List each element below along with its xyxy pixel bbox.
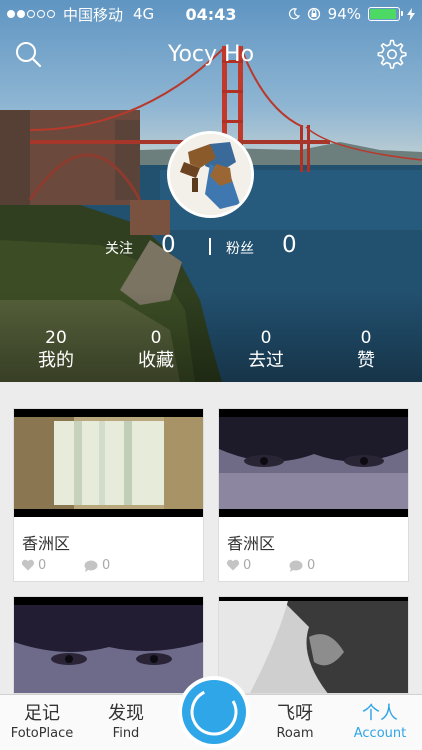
profile-stats: 20 我的 0 收藏 0 去过 0 赞 — [0, 328, 422, 378]
photo-thumbnail[interactable] — [14, 597, 203, 693]
charging-bolt-icon — [407, 7, 415, 21]
stat-likes[interactable]: 0 赞 — [316, 328, 416, 374]
camera-button[interactable] — [178, 676, 250, 748]
photo-thumbnail[interactable] — [219, 597, 408, 693]
tab-label-zh: 个人 — [362, 703, 398, 724]
gear-icon[interactable] — [376, 38, 408, 70]
camera-shutter-icon — [182, 680, 246, 744]
following-count[interactable]: 0 — [161, 232, 176, 258]
orientation-lock-icon — [307, 7, 320, 21]
photo-thumbnail[interactable] — [219, 409, 408, 517]
stat-label: 去过 — [248, 350, 284, 371]
photo-card[interactable] — [13, 596, 204, 694]
tab-label-zh: 发现 — [108, 703, 144, 724]
comment-count: 0 — [102, 558, 111, 573]
battery-percent: 94% — [327, 5, 361, 23]
page-title: Yocy Ho — [167, 42, 255, 67]
stat-favorites[interactable]: 0 收藏 — [106, 328, 206, 374]
network-type: 4G — [133, 5, 155, 23]
stat-label: 收藏 — [138, 350, 174, 371]
avatar[interactable] — [167, 131, 254, 218]
moon-icon — [288, 8, 300, 20]
comment-count: 0 — [307, 558, 316, 573]
comment-icon[interactable] — [84, 560, 98, 572]
fans-label[interactable]: 粉丝 — [226, 238, 254, 258]
following-label[interactable]: 关注 — [105, 238, 133, 258]
stat-visited[interactable]: 0 去过 — [216, 328, 316, 374]
like-count: 0 — [243, 558, 252, 573]
signal-strength-icon — [7, 10, 55, 18]
profile-header: 中国移动 4G 04:43 94% Yocy Ho 关注 0 粉丝 0 20 我… — [0, 0, 422, 382]
tab-label-zh: 飞呀 — [277, 703, 313, 724]
follow-row: 关注 0 粉丝 0 — [0, 232, 422, 262]
avatar-photo — [170, 134, 251, 215]
tab-fotoplace[interactable]: 足记 FotoPlace — [0, 695, 84, 750]
stat-label: 我的 — [38, 350, 74, 371]
tab-label-en: Roam — [276, 726, 314, 741]
tab-label-zh: 足记 — [24, 703, 60, 724]
tab-label-en: FotoPlace — [10, 726, 74, 741]
tab-label-en: Account — [353, 726, 407, 741]
carrier-name: 中国移动 — [63, 5, 124, 24]
photo-thumbnail[interactable] — [14, 409, 203, 517]
stat-value: 0 — [360, 328, 372, 348]
like-count: 0 — [38, 558, 47, 573]
card-location: 香洲区 — [227, 534, 276, 553]
card-meta: 0 0 — [14, 557, 203, 581]
tab-roam[interactable]: 飞呀 Roam — [253, 695, 337, 750]
tab-account[interactable]: 个人 Account — [338, 695, 422, 750]
stat-label: 赞 — [357, 350, 375, 371]
card-location: 香洲区 — [22, 534, 71, 553]
tab-find[interactable]: 发现 Find — [84, 695, 168, 750]
comment-icon[interactable] — [289, 560, 303, 572]
battery-icon — [368, 7, 403, 21]
heart-icon[interactable] — [226, 559, 240, 571]
stat-value: 20 — [45, 328, 67, 348]
status-bar: 中国移动 4G 04:43 94% — [0, 0, 422, 28]
card-meta: 0 0 — [219, 557, 408, 581]
photo-card[interactable] — [218, 596, 409, 694]
fans-count[interactable]: 0 — [282, 232, 297, 258]
photo-card[interactable]: 香洲区 0 0 — [218, 408, 409, 582]
stat-mine[interactable]: 20 我的 — [6, 328, 106, 374]
stat-value: 0 — [260, 328, 272, 348]
heart-icon[interactable] — [21, 559, 35, 571]
stat-value: 0 — [150, 328, 162, 348]
photo-card[interactable]: 香洲区 0 0 — [13, 408, 204, 582]
tab-label-en: Find — [112, 726, 140, 741]
follow-divider — [209, 238, 211, 255]
